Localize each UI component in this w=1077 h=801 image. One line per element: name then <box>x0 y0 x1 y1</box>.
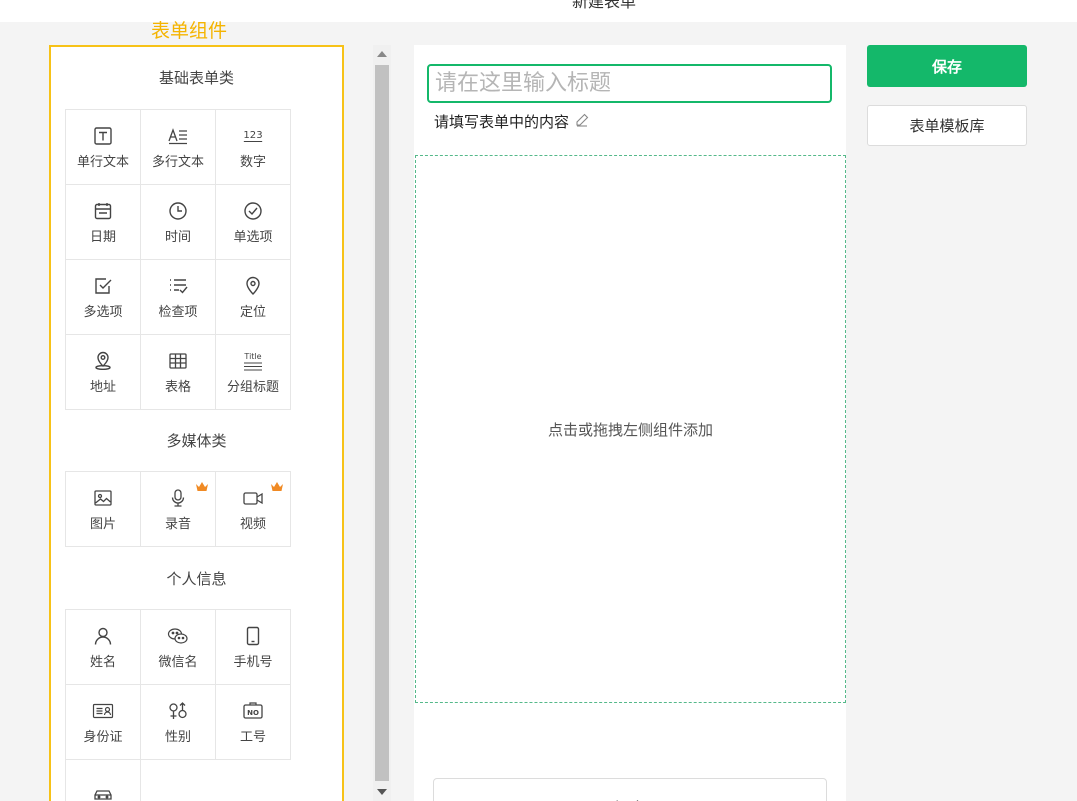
calendar-icon <box>92 200 114 222</box>
component-label: 地址 <box>89 379 116 395</box>
svg-text:Title: Title <box>243 352 261 361</box>
page-title: 新建表单 <box>572 0 637 11</box>
microphone-icon <box>167 487 189 509</box>
pencil-icon[interactable] <box>575 113 589 131</box>
component-dropzone[interactable]: 点击或拖拽左侧组件添加 <box>415 155 846 703</box>
component-video[interactable]: 视频 <box>216 472 291 547</box>
media-components-grid: 图片 录音 视频 <box>65 471 291 547</box>
single-line-text-icon <box>92 125 114 147</box>
component-label: 检查项 <box>158 304 198 320</box>
form-description-text: 请填写表单中的内容 <box>434 113 570 131</box>
component-label: 身份证 <box>83 729 123 745</box>
video-icon <box>242 487 264 509</box>
wechat-icon <box>167 625 189 647</box>
form-title-input[interactable] <box>427 64 832 103</box>
component-label: 微信名 <box>158 654 198 670</box>
component-phone[interactable]: 手机号 <box>216 610 291 685</box>
component-label: 单行文本 <box>76 154 129 170</box>
template-library-button[interactable]: 表单模板库 <box>867 105 1027 146</box>
gender-icon <box>167 700 189 722</box>
component-label: 时间 <box>164 229 191 245</box>
form-canvas: 请填写表单中的内容 点击或拖拽左侧组件添加 提交 <box>414 45 846 801</box>
svg-text:NO: NO <box>247 709 259 717</box>
user-icon <box>92 625 114 647</box>
component-label: 性别 <box>164 729 191 745</box>
component-label: 多行文本 <box>151 154 204 170</box>
submit-button[interactable]: 提交 <box>433 778 827 801</box>
components-panel-label: 表单组件 <box>151 20 228 42</box>
component-vehicle[interactable] <box>66 760 141 801</box>
scroll-up-arrow-icon[interactable] <box>377 51 387 57</box>
svg-text:123: 123 <box>243 129 262 140</box>
component-table[interactable]: 表格 <box>141 335 216 410</box>
component-multi-line-text[interactable]: 多行文本 <box>141 110 216 185</box>
component-group-title[interactable]: Title 分组标题 <box>216 335 291 410</box>
save-button[interactable]: 保存 <box>867 45 1027 87</box>
crown-icon <box>195 478 209 491</box>
component-gender[interactable]: 性别 <box>141 685 216 760</box>
component-multi-choice[interactable]: 多选项 <box>66 260 141 335</box>
personal-components-grid: 姓名 微信名 手机号 身份证 性别 NO 工号 <box>65 609 291 801</box>
component-label: 定位 <box>239 304 266 320</box>
component-label: 多选项 <box>83 304 123 320</box>
multi-line-text-icon <box>167 125 189 147</box>
section-title-basic: 基础表单类 <box>158 69 234 87</box>
section-title-personal: 个人信息 <box>166 570 227 588</box>
form-description[interactable]: 请填写表单中的内容 <box>434 111 589 132</box>
phone-icon <box>242 625 264 647</box>
component-image[interactable]: 图片 <box>66 472 141 547</box>
component-checklist[interactable]: 检查项 <box>141 260 216 335</box>
image-icon <box>92 487 114 509</box>
component-location[interactable]: 定位 <box>216 260 291 335</box>
section-title-media: 多媒体类 <box>166 432 227 450</box>
dropzone-hint: 点击或拖拽左侧组件添加 <box>547 420 713 439</box>
component-label: 录音 <box>164 516 191 532</box>
empty-cell <box>141 760 216 801</box>
component-address[interactable]: 地址 <box>66 335 141 410</box>
component-single-choice[interactable]: 单选项 <box>216 185 291 260</box>
location-pin-icon <box>242 275 264 297</box>
table-icon <box>167 350 189 372</box>
id-card-icon <box>92 700 114 722</box>
components-panel: 基础表单类 单行文本 多行文本 123 数字 日期 时间 单选项 多选项 检查项… <box>49 45 344 801</box>
component-wechat-name[interactable]: 微信名 <box>141 610 216 685</box>
component-label: 手机号 <box>233 654 273 670</box>
component-label: 姓名 <box>89 654 116 670</box>
address-pin-icon <box>92 350 114 372</box>
number-icon: 123 <box>242 125 264 147</box>
component-number[interactable]: 123 数字 <box>216 110 291 185</box>
checklist-icon <box>167 275 189 297</box>
component-single-line-text[interactable]: 单行文本 <box>66 110 141 185</box>
component-date[interactable]: 日期 <box>66 185 141 260</box>
component-audio[interactable]: 录音 <box>141 472 216 547</box>
component-label: 数字 <box>239 154 266 170</box>
component-employee-no[interactable]: NO 工号 <box>216 685 291 760</box>
component-label: 分组标题 <box>226 379 279 395</box>
car-icon <box>92 784 114 801</box>
crown-icon <box>270 478 284 491</box>
basic-components-grid: 单行文本 多行文本 123 数字 日期 时间 单选项 多选项 检查项 定位 地址… <box>65 109 291 410</box>
component-label: 视频 <box>239 516 266 532</box>
clock-icon <box>167 200 189 222</box>
panel-scrollbar[interactable] <box>373 45 391 801</box>
component-label: 日期 <box>89 229 116 245</box>
component-label: 图片 <box>89 516 116 532</box>
component-label: 表格 <box>164 379 191 395</box>
component-id-card[interactable]: 身份证 <box>66 685 141 760</box>
checkbox-icon <box>92 275 114 297</box>
scroll-down-arrow-icon[interactable] <box>377 789 387 795</box>
badge-no-icon: NO <box>242 700 264 722</box>
scroll-thumb[interactable] <box>375 65 389 781</box>
component-name[interactable]: 姓名 <box>66 610 141 685</box>
component-time[interactable]: 时间 <box>141 185 216 260</box>
component-label: 单选项 <box>233 229 273 245</box>
title-icon: Title <box>242 350 264 372</box>
check-circle-icon <box>242 200 264 222</box>
component-label: 工号 <box>239 729 266 745</box>
